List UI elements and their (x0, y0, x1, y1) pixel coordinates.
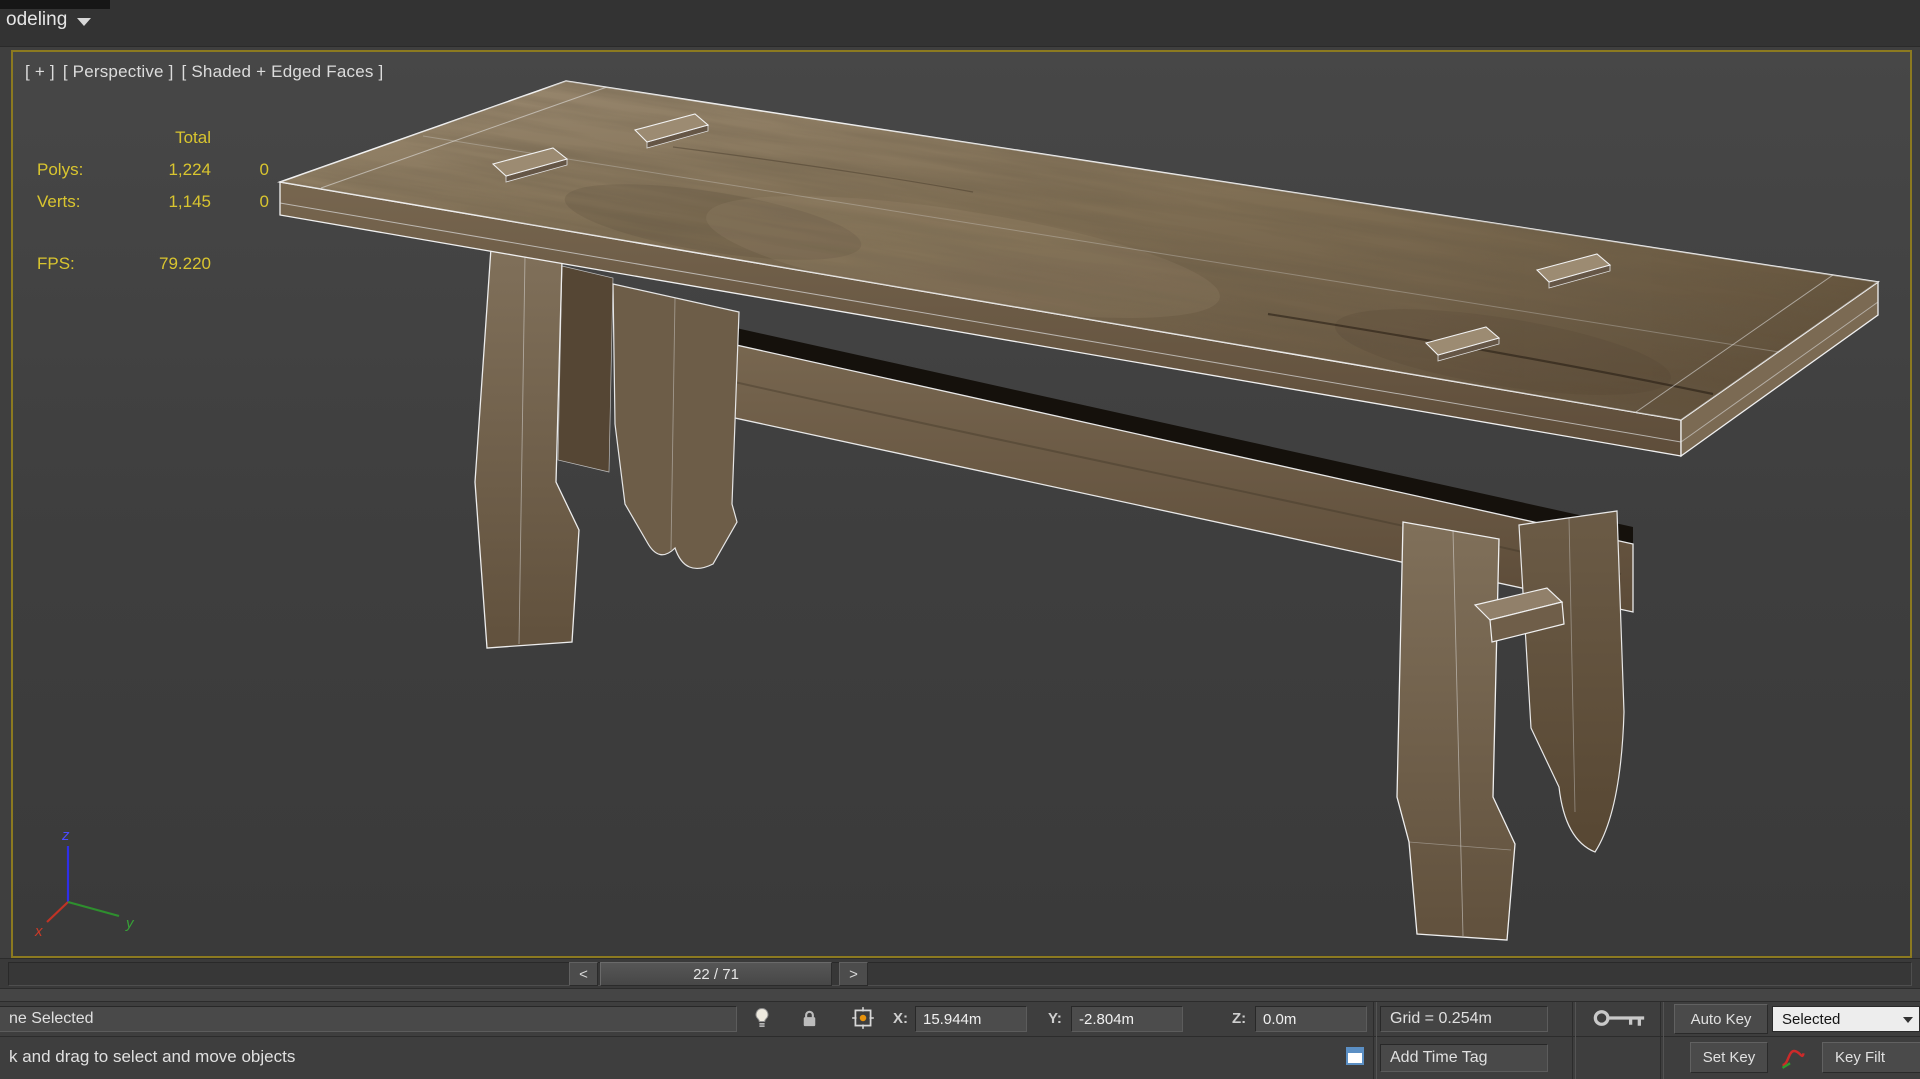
coord-x-label: X: (893, 1010, 908, 1027)
status-groove-3 (1660, 1002, 1664, 1079)
world-axis-gizmo: z x y (34, 827, 135, 940)
set-keys-button[interactable] (1589, 1004, 1651, 1032)
dropdown-arrow-icon (1903, 1017, 1913, 1023)
ribbon-corner-shadow (0, 0, 110, 9)
next-frame-button[interactable]: > (839, 962, 868, 986)
previous-frame-button[interactable]: < (569, 962, 598, 986)
selection-status-field: ne Selected (0, 1006, 737, 1032)
add-time-tag-field[interactable]: Add Time Tag (1380, 1044, 1548, 1072)
perspective-viewport[interactable]: [ + ] [ Perspective ] [ Shaded + Edged F… (11, 50, 1912, 958)
prompt-line: k and drag to select and move objects (9, 1047, 296, 1066)
stats-fps-label: FPS: (37, 254, 75, 273)
status-groove-1 (1373, 1002, 1377, 1079)
stats-verts-selected: 0 (259, 192, 269, 211)
coord-z-label: Z: (1232, 1010, 1247, 1027)
ribbon-tab-label: odeling (6, 9, 68, 30)
left-trestle (474, 247, 740, 649)
tabletop (277, 80, 1880, 458)
time-slider-row: < 22 / 71 > (0, 958, 1920, 988)
axis-y-label: y (125, 915, 135, 932)
ribbon-tab-modeling[interactable]: odeling (6, 9, 92, 31)
viewport-menu-general[interactable]: [ + ] (25, 62, 55, 82)
absolute-offset-mode-toggle[interactable] (846, 1004, 880, 1032)
curve-tangent-icon (1781, 1049, 1805, 1069)
viewport-label: [ + ] [ Perspective ] [ Shaded + Edged F… (25, 62, 383, 82)
absolute-mode-icon (852, 1007, 874, 1029)
status-groove-2 (1572, 1002, 1576, 1079)
stats-polys-selected: 0 (259, 160, 269, 179)
stats-verts-label: Verts: (37, 192, 81, 211)
stats-fps-value: 79.220 (159, 254, 211, 273)
time-tag-icon (1340, 1042, 1370, 1070)
status-row-divider (0, 1036, 1920, 1037)
axis-z-label: z (61, 827, 70, 844)
viewport-menu-shading[interactable]: [ Shaded + Edged Faces ] (182, 62, 384, 82)
coord-y-label: Y: (1048, 1010, 1062, 1027)
key-icon (1593, 1010, 1645, 1026)
grid-size-display: Grid = 0.254m (1380, 1006, 1548, 1032)
track-bar[interactable] (0, 988, 1920, 1002)
table-3d-model (277, 80, 1880, 941)
lightbulb-icon (755, 1007, 769, 1027)
coord-x-input[interactable] (915, 1006, 1027, 1032)
time-slider-track[interactable] (8, 962, 1912, 986)
ribbon-strip: odeling (0, 0, 1920, 47)
selection-lock-toggle[interactable] (792, 1004, 826, 1032)
coord-z-input[interactable] (1255, 1006, 1367, 1032)
viewport-statistics: Total Polys: 1,224 0 Verts: 1,145 0 FPS:… (37, 122, 269, 280)
stats-verts-total: 1,145 (168, 192, 211, 211)
key-filter-set-dropdown[interactable]: Selected (1772, 1006, 1920, 1032)
key-filters-button[interactable]: Key Filt (1822, 1042, 1920, 1073)
set-key-button[interactable]: Set Key (1690, 1042, 1768, 1073)
chevron-down-icon (77, 17, 92, 26)
3dsmax-window: odeling [+] [Perspective] [Shaded +… (0, 0, 1920, 1079)
default-tangent-button[interactable] (1776, 1044, 1810, 1072)
padlock-icon (803, 1010, 815, 1026)
isolate-selection-toggle[interactable] (745, 1004, 779, 1032)
stats-header-total: Total (175, 128, 211, 147)
stats-polys-label: Polys: (37, 160, 84, 179)
stats-polys-total: 1,224 (168, 160, 211, 179)
auto-key-button[interactable]: Auto Key (1674, 1004, 1768, 1034)
coord-y-input[interactable] (1071, 1006, 1183, 1032)
time-slider-thumb[interactable]: 22 / 71 (600, 962, 832, 986)
key-filter-set-value: Selected (1782, 1011, 1841, 1028)
axis-x-label: x (34, 923, 43, 940)
viewport-menu-pov[interactable]: [ Perspective ] (63, 62, 174, 82)
